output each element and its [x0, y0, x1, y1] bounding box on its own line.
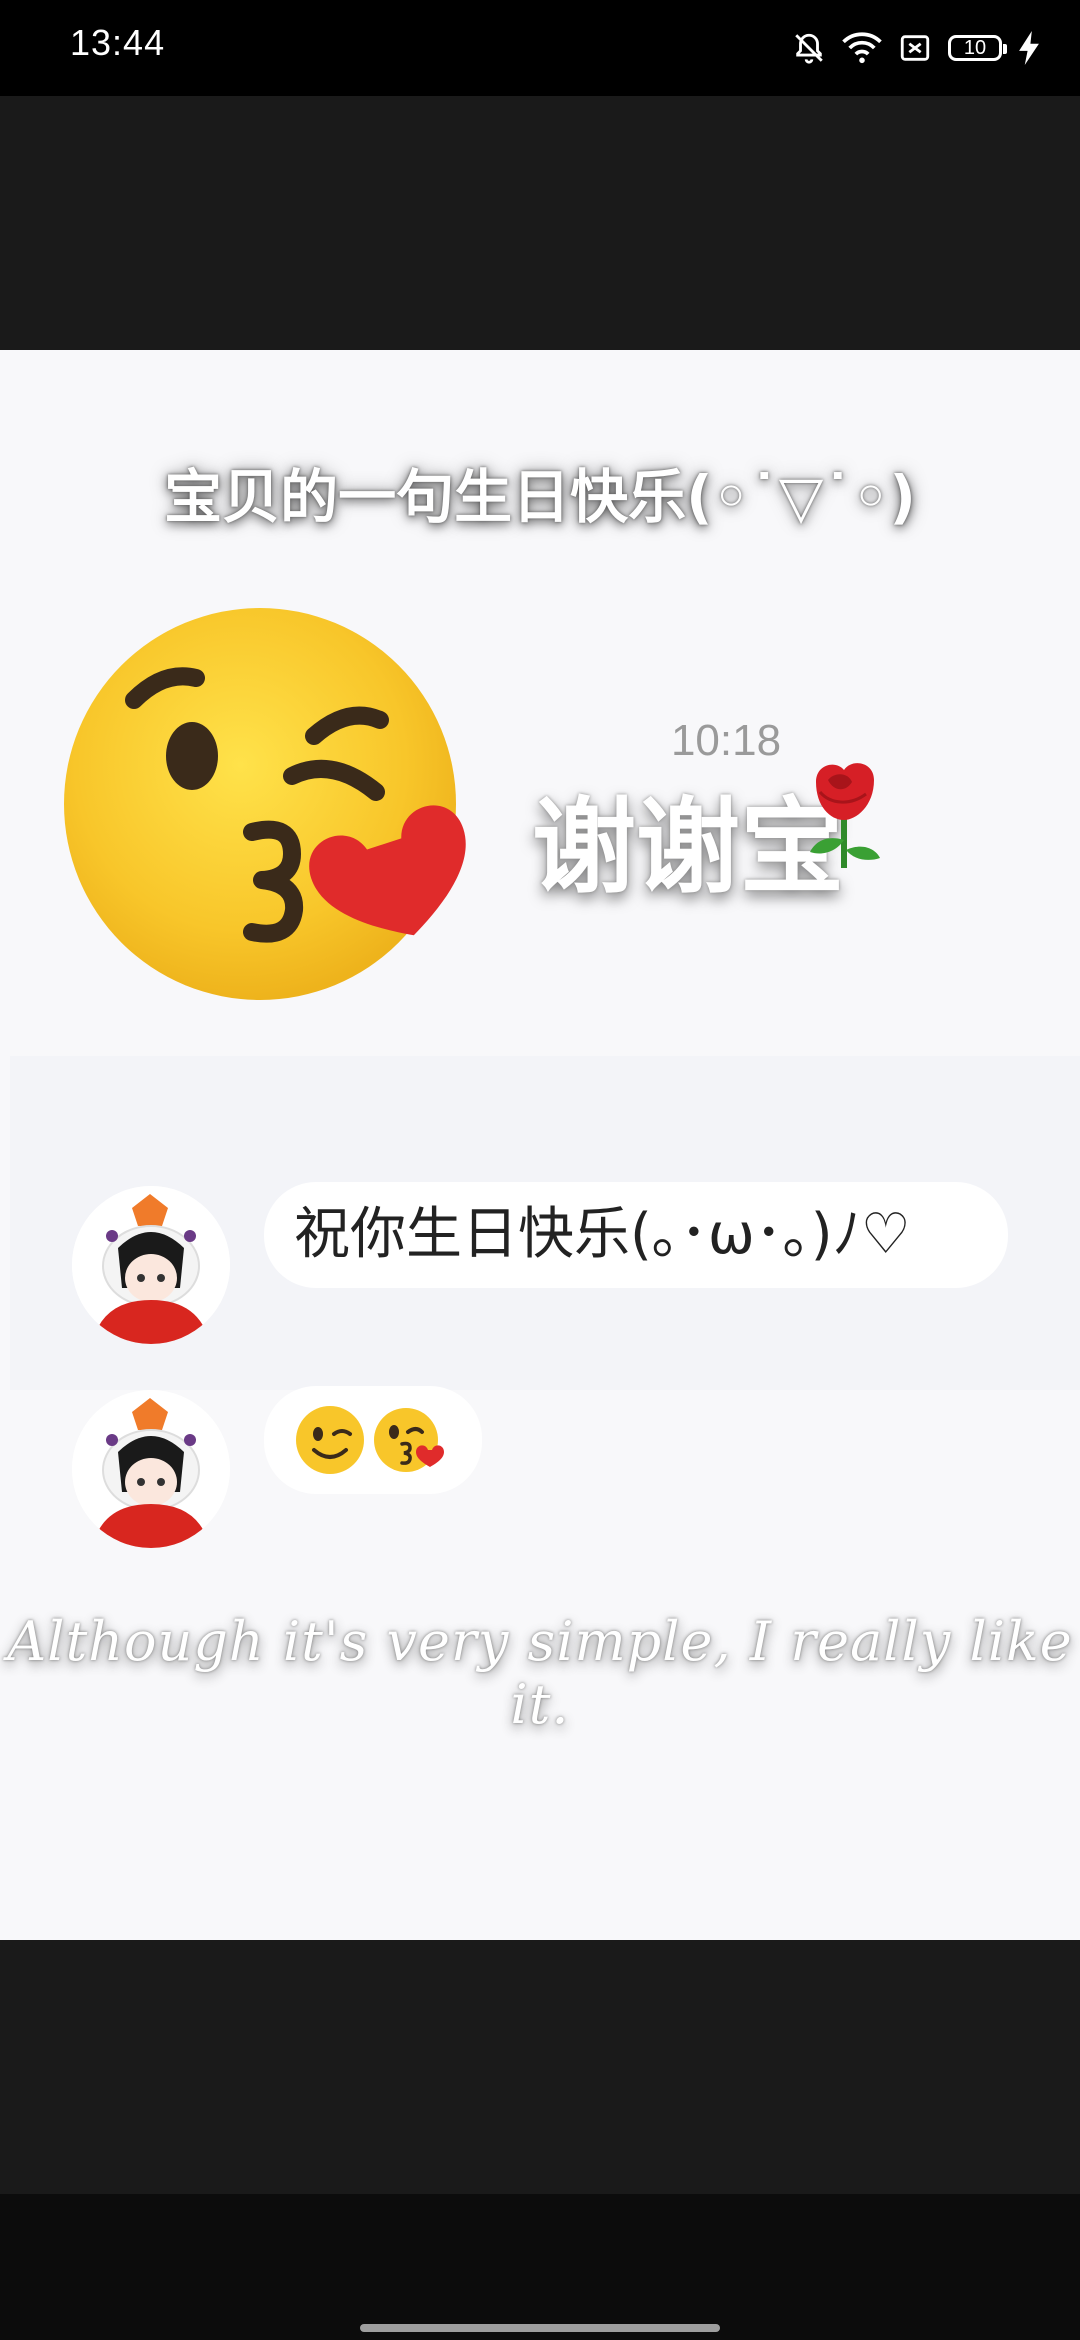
- kissing-face-emoji: [64, 608, 466, 1000]
- home-indicator[interactable]: [360, 2324, 720, 2332]
- letterbox-bottom: [0, 1940, 1080, 2194]
- status-time: 13:44: [70, 22, 166, 63]
- avatar: [72, 1186, 230, 1344]
- status-icons: 10: [792, 24, 1040, 72]
- avatar-image: [72, 1186, 230, 1344]
- rose-emoji: [810, 763, 880, 868]
- face-blowing-kiss-emoji: [374, 1408, 444, 1472]
- navigation-area: [0, 2194, 1080, 2340]
- avatar: [72, 1390, 230, 1548]
- winking-face-emoji: [296, 1406, 364, 1474]
- status-bar: 13:44 10: [0, 0, 1080, 96]
- tagline-text: Although it's very simple, I really like…: [7, 1610, 1073, 1736]
- sim-blocked-icon: [898, 31, 932, 65]
- message-bubble[interactable]: [264, 1386, 482, 1494]
- battery-level: 10: [963, 36, 987, 59]
- avatar-image: [72, 1390, 230, 1548]
- thanks-text: 谢谢宝: [532, 786, 845, 908]
- charging-bolt-icon: [1018, 31, 1040, 65]
- battery-icon: 10: [948, 35, 1007, 61]
- bell-off-icon: [792, 31, 826, 65]
- message-bubble[interactable]: 祝你生日快乐(｡･ω･｡)ﾉ♡: [264, 1182, 1008, 1288]
- wifi-icon: [842, 31, 882, 65]
- headline-text: 宝贝的一句生日快乐(◦˙▽˙◦): [164, 463, 916, 531]
- chat-timestamp: 10:18: [670, 716, 782, 765]
- image-content: 宝贝的一句生日快乐(◦˙▽˙◦) 谢谢宝 10:18 祝你生日快乐(｡･ω･｡)…: [0, 350, 1080, 1940]
- letterbox-top: [0, 96, 1080, 350]
- message-text: 祝你生日快乐(｡･ω･｡)ﾉ♡: [294, 1202, 911, 1267]
